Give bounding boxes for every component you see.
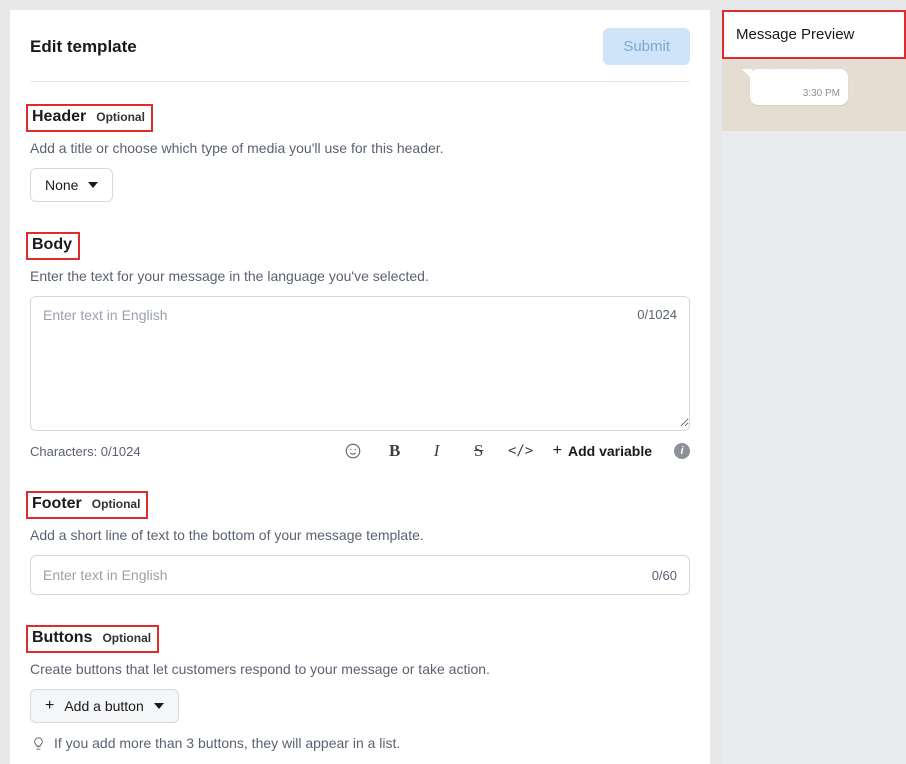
plus-icon: + [553,443,562,459]
chevron-down-icon [88,182,98,188]
footer-optional-tag: Optional [92,497,141,511]
code-icon[interactable]: </> [511,441,531,461]
section-header: Header Optional Add a title or choose wh… [30,104,690,202]
section-buttons: Buttons Optional Create buttons that let… [30,625,690,751]
footer-counter: 0/60 [652,568,677,583]
footer-input-wrap: 0/60 [30,555,690,595]
chevron-down-icon [154,703,164,709]
page-head: Edit template Submit [30,28,690,82]
footer-desc: Add a short line of text to the bottom o… [30,527,690,543]
bubble-timestamp: 3:30 PM [803,88,840,99]
footer-title: Footer [32,495,82,513]
editor-panel: Edit template Submit Header Optional Add… [10,10,710,764]
header-desc: Add a title or choose which type of medi… [30,140,690,156]
header-optional-tag: Optional [96,110,145,124]
columns: Edit template Submit Header Optional Add… [10,10,906,764]
strikethrough-icon[interactable]: S [469,441,489,461]
body-toolbar: Characters: 0/1024 B I S [30,441,690,461]
add-variable-button[interactable]: + Add variable [553,443,652,459]
footer-heading: Footer Optional [26,491,148,519]
buttons-hint: If you add more than 3 buttons, they wil… [30,735,690,751]
info-icon[interactable]: i [674,443,690,459]
body-char-line: Characters: 0/1024 [30,444,141,459]
bold-icon[interactable]: B [385,441,405,461]
app-frame: Edit template Submit Header Optional Add… [0,0,906,764]
italic-icon[interactable]: I [427,441,447,461]
plus-icon: + [45,698,54,714]
header-type-value: None [45,177,78,193]
body-title: Body [32,236,72,254]
body-counter-inside: 0/1024 [637,307,677,322]
emoji-icon[interactable] [343,441,363,461]
section-body: Body Enter the text for your message in … [30,232,690,461]
page-title: Edit template [30,37,137,57]
footer-input[interactable] [43,567,652,583]
header-heading: Header Optional [26,104,153,132]
header-title: Header [32,108,86,126]
body-textarea[interactable] [31,297,689,427]
preview-title: Message Preview [722,10,906,59]
body-heading: Body [26,232,80,260]
submit-button[interactable]: Submit [603,28,690,65]
body-toolbar-right: B I S </> + Add variable i [343,441,690,461]
add-variable-label: Add variable [568,443,652,459]
buttons-hint-text: If you add more than 3 buttons, they wil… [54,735,400,751]
buttons-optional-tag: Optional [102,631,151,645]
add-button-label: Add a button [64,698,143,714]
lightbulb-icon [30,735,46,751]
section-footer: Footer Optional Add a short line of text… [30,491,690,595]
chat-area: 3:30 PM [722,59,906,131]
header-type-dropdown[interactable]: None [30,168,113,202]
buttons-desc: Create buttons that let customers respon… [30,661,690,677]
body-textarea-wrap: 0/1024 [30,296,690,431]
add-button-dropdown[interactable]: + Add a button [30,689,179,723]
buttons-title: Buttons [32,629,92,647]
message-bubble: 3:30 PM [750,69,848,105]
buttons-heading: Buttons Optional [26,625,159,653]
preview-body: 3:30 PM [722,59,906,764]
body-desc: Enter the text for your message in the l… [30,268,690,284]
preview-panel: Message Preview 3:30 PM [722,10,906,764]
